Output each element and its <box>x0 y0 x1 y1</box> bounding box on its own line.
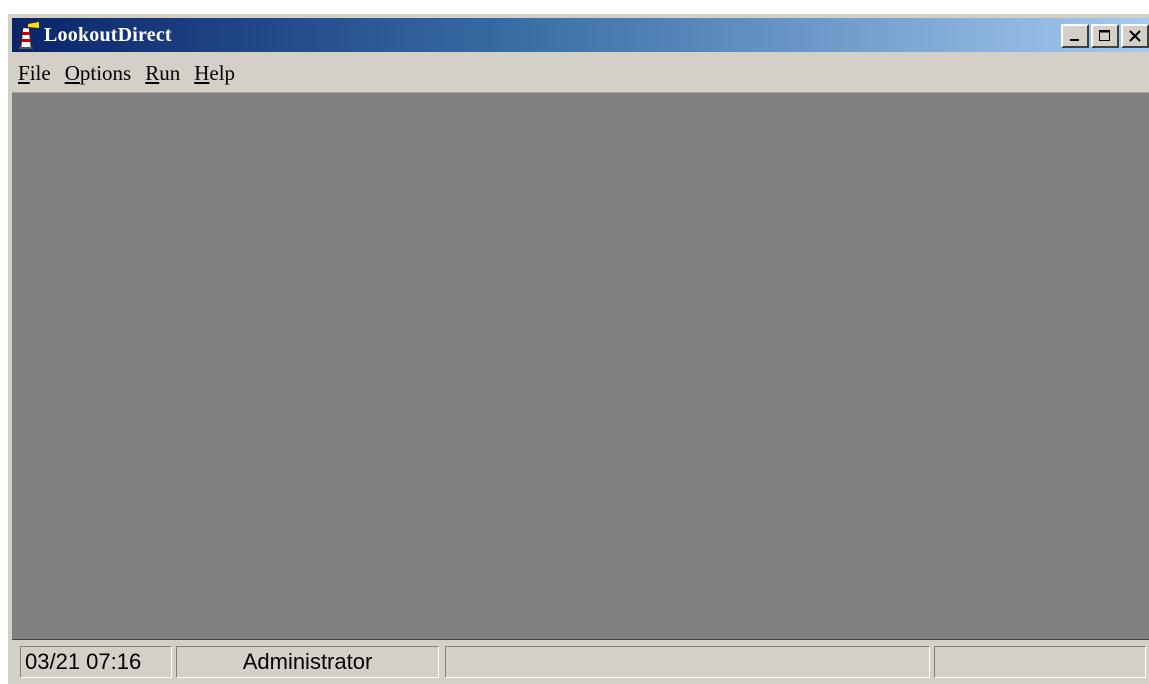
status-panel-4 <box>934 646 1146 678</box>
status-user: Administrator <box>176 646 439 678</box>
menu-bar: File Options Run Help <box>12 54 1149 92</box>
menu-help-accel: H <box>194 61 210 85</box>
close-icon <box>1129 30 1141 42</box>
maximize-icon <box>1099 30 1110 41</box>
caption-buttons <box>1061 24 1149 48</box>
menu-run-label: un <box>159 61 181 85</box>
title-bar[interactable]: LookoutDirect <box>12 18 1149 52</box>
menu-file-label: ile <box>29 61 51 85</box>
lighthouse-icon[interactable] <box>14 20 40 50</box>
menu-run-accel: R <box>145 61 160 85</box>
app-window: LookoutDirect File Options Run Help 03/2… <box>8 14 1149 684</box>
minimize-button[interactable] <box>1061 24 1089 48</box>
menu-help[interactable]: Help <box>188 54 243 92</box>
menu-options-accel: O <box>64 61 80 85</box>
minimize-icon <box>1070 39 1079 41</box>
status-panel-3 <box>445 646 930 678</box>
menu-run[interactable]: Run <box>139 54 188 92</box>
menu-options[interactable]: Options <box>59 54 140 92</box>
close-button[interactable] <box>1121 24 1149 48</box>
menu-file-accel: F <box>18 61 30 85</box>
status-bar: 03/21 07:16 Administrator <box>12 639 1149 684</box>
status-datetime: 03/21 07:16 <box>20 646 172 678</box>
menu-help-label: elp <box>209 61 236 85</box>
window-title: LookoutDirect <box>44 23 172 46</box>
client-area[interactable] <box>12 92 1149 640</box>
menu-file[interactable]: File <box>12 54 59 92</box>
maximize-button[interactable] <box>1091 24 1119 48</box>
menu-options-label: ptions <box>79 61 132 85</box>
